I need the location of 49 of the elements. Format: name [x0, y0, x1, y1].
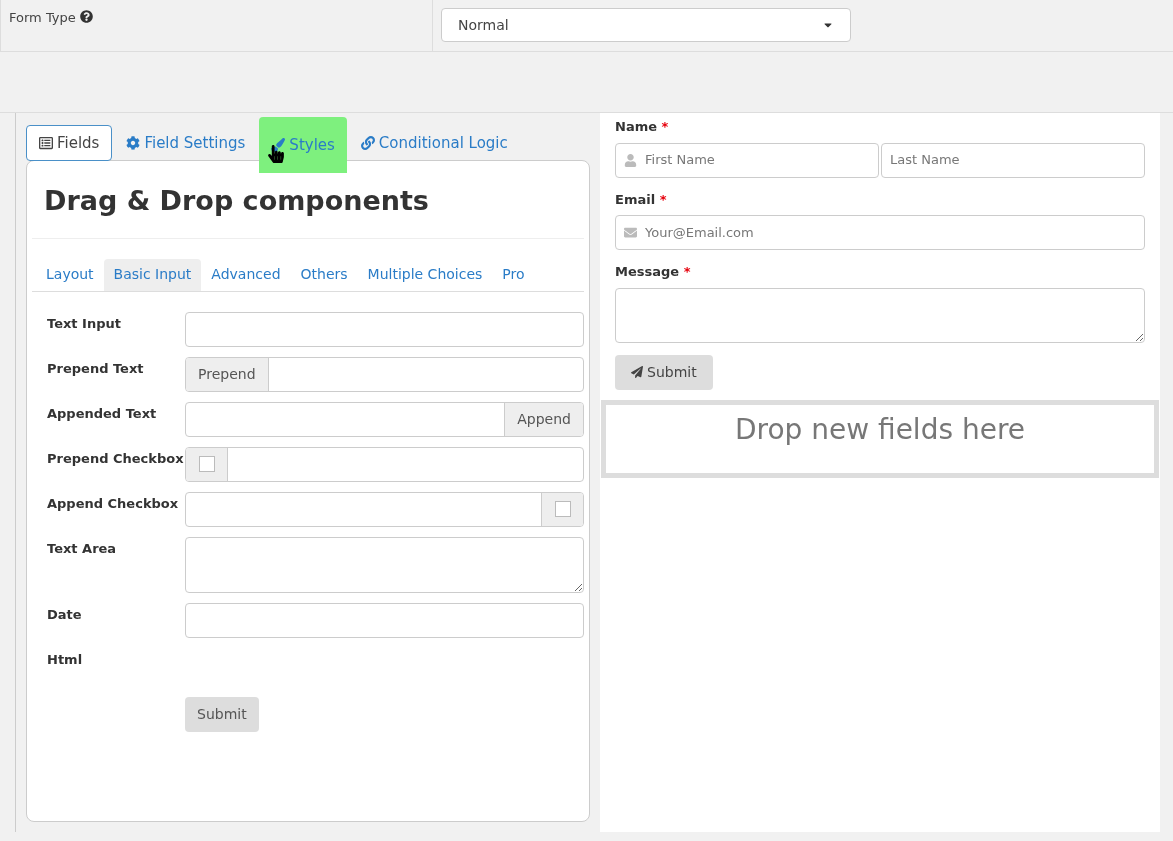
field-label: Message * — [615, 263, 692, 281]
person-icon — [624, 153, 637, 167]
field-label: Name * — [615, 118, 670, 136]
component-tab[interactable]: Basic Input — [103, 258, 202, 291]
component-label[interactable]: Text Area — [47, 536, 185, 593]
form-type-select[interactable]: Normal — [441, 8, 851, 42]
message-field[interactable] — [615, 287, 1145, 343]
component-tab[interactable]: Others — [290, 258, 358, 291]
input-field[interactable]: Last Name — [881, 142, 1145, 178]
field-label: Email * — [615, 190, 668, 209]
input-field[interactable] — [185, 491, 584, 527]
hand-cursor-icon — [267, 145, 286, 163]
addon-label: Append — [504, 402, 583, 436]
envelope-icon — [624, 226, 637, 239]
input-field[interactable]: Prepend — [185, 356, 584, 392]
addon-label: Prepend — [186, 357, 269, 391]
help-icon[interactable] — [79, 10, 93, 23]
input-field[interactable]: First Name — [615, 142, 879, 178]
component-label[interactable]: Prepend Checkbox — [47, 446, 185, 482]
text-area[interactable] — [185, 536, 584, 593]
input-field[interactable] — [185, 311, 584, 347]
component-label[interactable]: Appended Text — [47, 401, 185, 437]
link-icon — [360, 136, 375, 150]
input-field[interactable] — [185, 446, 584, 482]
field-label: Form Type — [9, 9, 76, 27]
settings-icon — [126, 136, 141, 150]
component-tab[interactable]: Layout — [36, 258, 104, 291]
component-label[interactable]: Text Input — [47, 311, 185, 347]
component-tab[interactable]: Multiple Choices — [357, 258, 493, 291]
component-label[interactable]: Date — [47, 602, 185, 638]
submit-button[interactable]: Submit — [615, 354, 713, 390]
component-label[interactable]: Prepend Text — [47, 356, 185, 392]
send-icon — [631, 366, 643, 378]
input-field[interactable] — [185, 602, 584, 638]
checkbox[interactable] — [554, 501, 571, 517]
input-field[interactable]: Your@Email.com — [615, 215, 1145, 250]
component-label[interactable]: Html — [47, 647, 185, 683]
component-label[interactable]: Append Checkbox — [47, 491, 185, 527]
input-field[interactable]: Append — [185, 401, 584, 437]
panel-title: Drag & Drop components — [32, 161, 584, 239]
builder-tab[interactable]: Fields — [26, 125, 113, 161]
component-tab[interactable]: Pro — [492, 258, 535, 291]
builder-tab[interactable]: Field Settings — [114, 125, 258, 161]
submit-button[interactable]: Submit — [185, 696, 259, 732]
drop-zone: Drop new fields here — [601, 399, 1159, 478]
component-tab[interactable]: Advanced — [201, 258, 291, 291]
checkbox[interactable] — [198, 456, 215, 472]
builder-tab[interactable]: Conditional Logic — [348, 125, 520, 161]
list-icon — [39, 136, 53, 150]
